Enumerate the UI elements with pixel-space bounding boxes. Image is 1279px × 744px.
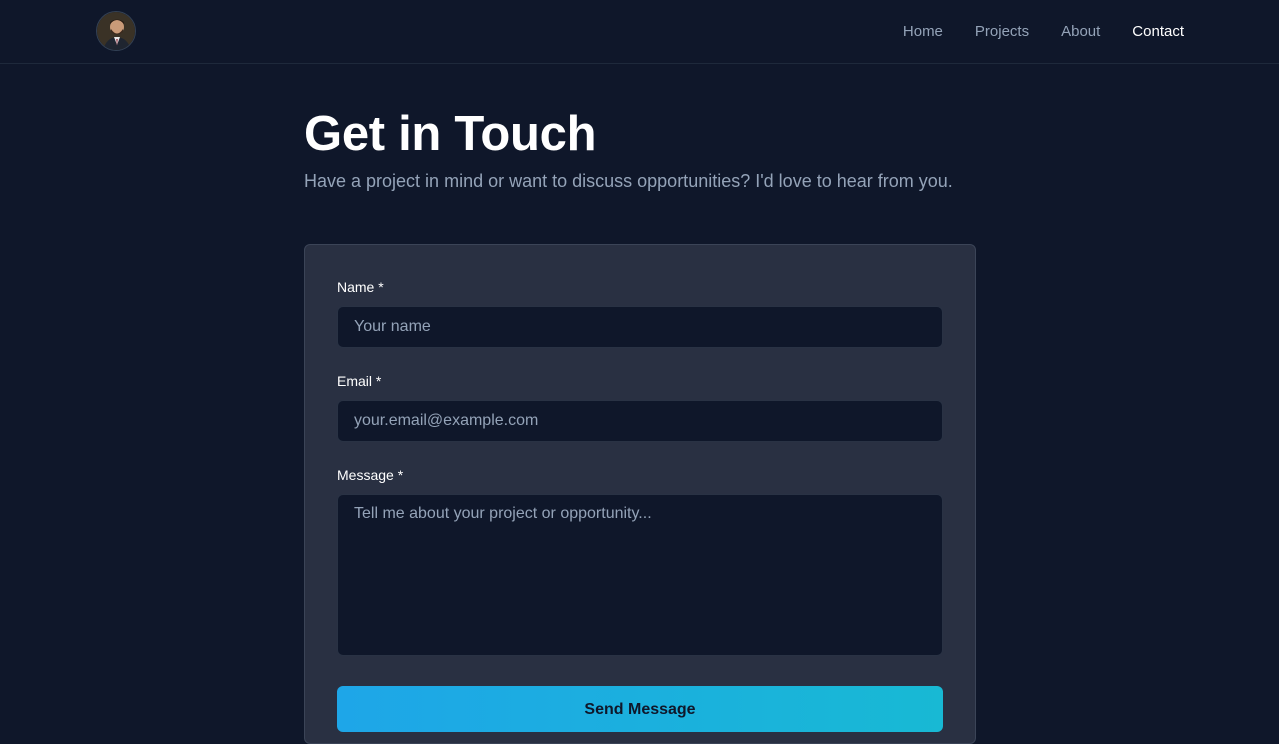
message-textarea[interactable] (337, 494, 943, 656)
name-label: Name * (337, 279, 384, 295)
send-message-button[interactable]: Send Message (337, 686, 943, 732)
profile-photo-icon (97, 12, 135, 50)
nav-link-about[interactable]: About (1061, 23, 1100, 40)
nav-link-projects[interactable]: Projects (975, 23, 1029, 40)
email-input[interactable] (337, 400, 943, 442)
contact-form: Name * Email * Message * Send Message (304, 244, 976, 744)
name-input[interactable] (337, 306, 943, 348)
nav-link-contact[interactable]: Contact (1132, 23, 1184, 40)
email-label: Email * (337, 373, 382, 389)
page-subtitle: Have a project in mind or want to discus… (304, 171, 953, 191)
main-nav: Home Projects About Contact (903, 0, 1184, 63)
nav-link-home[interactable]: Home (903, 23, 943, 40)
navbar: Home Projects About Contact (0, 0, 1279, 64)
message-label: Message * (337, 467, 404, 483)
avatar[interactable] (96, 11, 136, 51)
page-title: Get in Touch (304, 107, 597, 161)
